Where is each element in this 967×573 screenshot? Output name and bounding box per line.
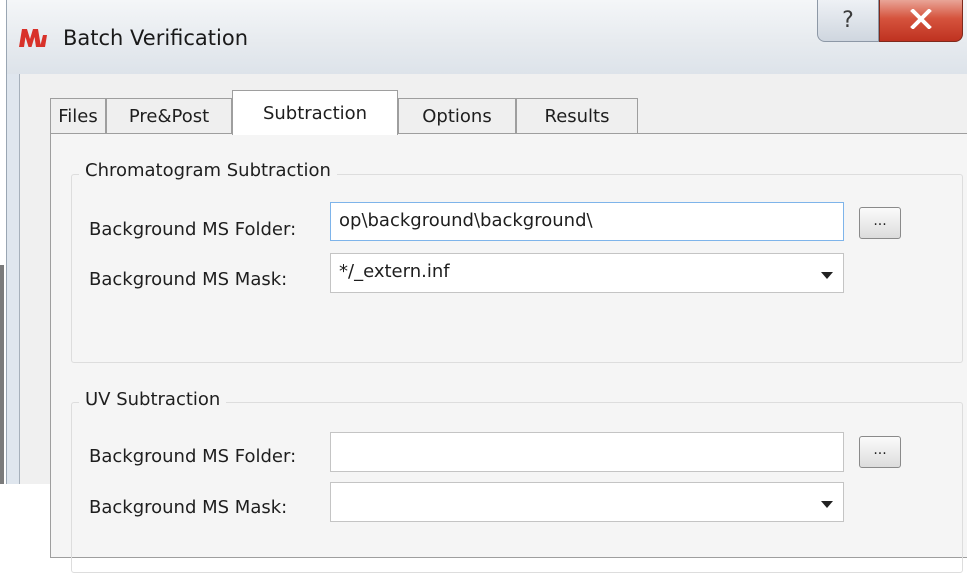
tab-subtraction[interactable]: Subtraction: [232, 90, 398, 135]
subtraction-tab-panel: Chromatogram Subtraction Background MS F…: [50, 133, 967, 573]
help-button[interactable]: ?: [817, 0, 879, 42]
uv-folder-label: Background MS Folder:: [89, 446, 297, 467]
close-button[interactable]: [879, 0, 963, 42]
uv-mask-combobox[interactable]: [330, 482, 844, 522]
tab-label: Options: [422, 106, 492, 127]
chromatogram-mask-value: */_extern.inf: [339, 261, 450, 282]
window-title: Batch Verification: [63, 26, 249, 50]
tab-results[interactable]: Results: [516, 98, 638, 134]
help-icon: ?: [842, 8, 854, 33]
tab-label: Files: [58, 106, 98, 127]
tab-label: Pre&Post: [128, 106, 210, 127]
chromatogram-folder-label: Background MS Folder:: [89, 219, 297, 240]
chromatogram-mask-combobox[interactable]: */_extern.inf: [330, 253, 844, 293]
background-window-edge: [0, 265, 4, 484]
chromatogram-folder-input[interactable]: op\background\background\: [330, 202, 844, 241]
tab-pre-post[interactable]: Pre&Post: [106, 98, 232, 134]
dialog-window: Batch Verification ? Files Pre&Post Subt…: [6, 0, 967, 573]
tab-options[interactable]: Options: [398, 98, 516, 134]
chevron-down-icon[interactable]: [821, 272, 833, 279]
tab-files[interactable]: Files: [50, 98, 106, 134]
tab-label: Results: [544, 106, 610, 127]
uv-mask-label: Background MS Mask:: [89, 497, 288, 518]
title-bar[interactable]: Batch Verification ?: [7, 0, 967, 74]
tab-label: Subtraction: [262, 102, 368, 124]
chromatogram-mask-label: Background MS Mask:: [89, 269, 288, 290]
uv-subtraction-title: UV Subtraction: [79, 389, 227, 410]
uv-folder-input[interactable]: [330, 432, 844, 472]
uv-browse-button[interactable]: ...: [859, 436, 901, 468]
chevron-down-icon[interactable]: [821, 501, 833, 508]
chromatogram-browse-button[interactable]: ...: [859, 207, 901, 239]
close-icon: [910, 7, 932, 33]
chromatogram-subtraction-title: Chromatogram Subtraction: [79, 160, 337, 181]
dialog-client-area: Files Pre&Post Subtraction Options Resul…: [19, 74, 967, 573]
app-logo-icon: [18, 26, 48, 48]
